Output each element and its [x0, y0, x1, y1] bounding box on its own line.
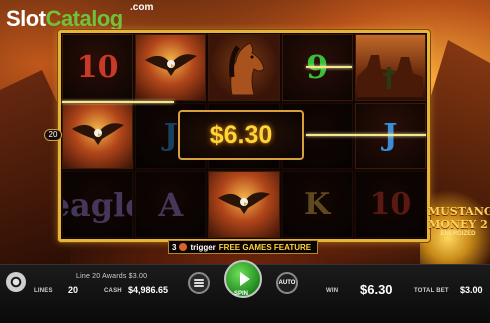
cell-r3-c3	[208, 171, 280, 238]
bet-stack-icon[interactable]	[188, 272, 210, 294]
cell-r1-c5	[354, 34, 426, 101]
cash-value: $4,986.65	[128, 285, 169, 295]
eagle-icon	[71, 123, 124, 145]
cell-r2-c1	[62, 102, 134, 170]
feature-trigger-text: trigger	[190, 242, 216, 252]
symbol-a: A	[158, 185, 184, 224]
feature-banner: 3 trigger FREE GAMES FEATURE	[168, 240, 318, 254]
eagle-icon	[217, 191, 270, 214]
trigger-symbol-icon	[179, 243, 188, 251]
game-logo-line1: MUSTANG	[428, 205, 490, 218]
play-arrow-icon	[239, 272, 250, 286]
line-number-badge: 20	[44, 129, 62, 141]
symbol-ten: 10	[369, 187, 412, 223]
autoplay-button[interactable]: AUTO	[276, 272, 298, 294]
game-logo-line2: MONEY 2	[428, 218, 488, 231]
win-amount-text: $6.30	[209, 120, 273, 149]
game-logo: MUSTANG MONEY 2 ENERGIZED	[428, 205, 490, 239]
cell-r3-c5: 10	[354, 171, 426, 238]
cell-r3-c4: K	[281, 171, 353, 238]
payline	[62, 101, 174, 103]
watermark-tld: .com	[130, 2, 154, 13]
payline	[306, 66, 352, 68]
cell-r1-c2	[135, 34, 207, 101]
eagle-icon	[144, 54, 197, 77]
settings-gear-icon[interactable]	[6, 272, 26, 292]
symbol-k: K	[304, 187, 331, 223]
cell-r1-c3	[208, 34, 280, 101]
payline	[306, 134, 426, 136]
cash-label: CASH	[104, 288, 122, 294]
autoplay-label: AUTO	[278, 280, 296, 286]
cell-r3-c1: eagle	[62, 171, 134, 238]
win-value: $6.30	[360, 282, 393, 297]
watermark-slot: Slot	[6, 6, 46, 31]
line-awards-text: Line 20 Awards $3.00	[76, 273, 148, 280]
cell-r3-c2: A	[135, 171, 207, 238]
feature-label: FREE GAMES FEATURE	[218, 242, 312, 252]
symbol-j: J	[163, 118, 178, 154]
lines-label: LINES	[34, 288, 53, 294]
total-bet-label: TOTAL BET	[414, 288, 449, 294]
game-logo-line3: ENERGIZED	[440, 231, 476, 237]
symbol-ten: 10	[76, 49, 119, 85]
win-amount-display: $6.30	[178, 110, 304, 160]
symbol-a: eagle	[63, 185, 132, 224]
mustang-horse-icon	[229, 42, 265, 96]
feature-count: 3	[172, 242, 177, 252]
total-bet-value[interactable]: $3.00	[460, 285, 483, 295]
lines-value[interactable]: 20	[68, 285, 78, 295]
spin-label: SPIN	[234, 291, 249, 297]
cell-r1-c1: 10	[62, 34, 134, 101]
win-label: WIN	[326, 288, 339, 294]
watermark-catalog: Catalog	[45, 6, 124, 31]
canyon-cactus-icon	[357, 55, 424, 98]
